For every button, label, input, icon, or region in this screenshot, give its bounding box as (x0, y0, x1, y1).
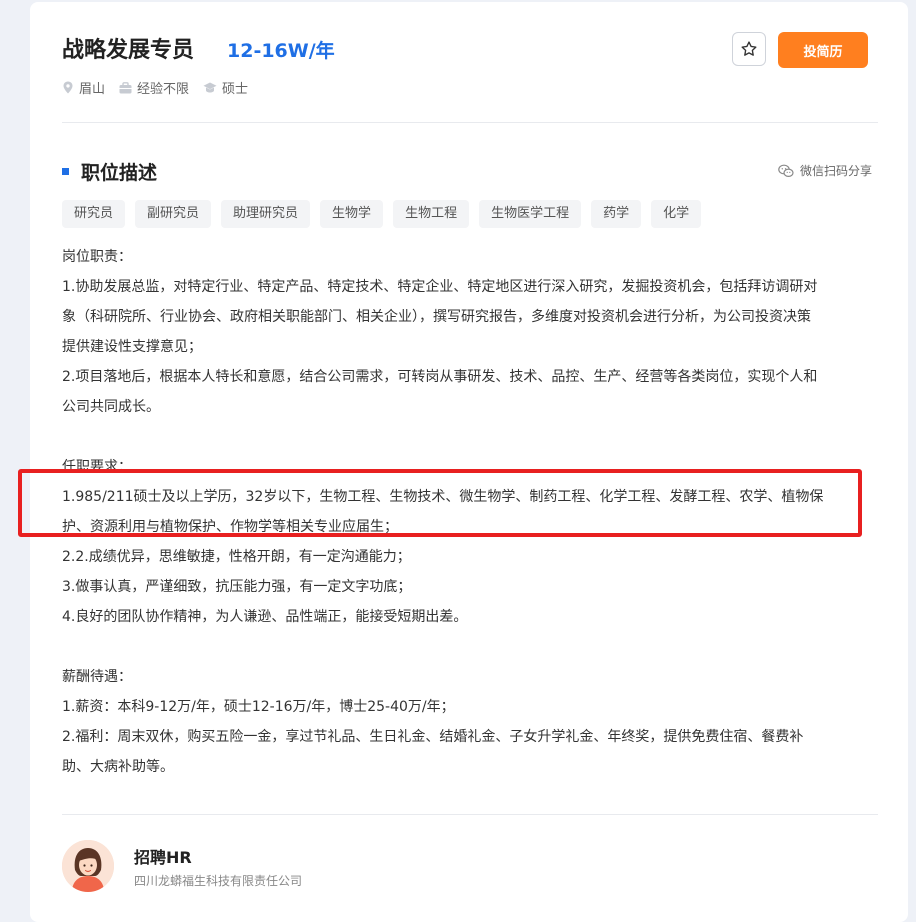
location-text: 眉山 (79, 82, 106, 97)
tag[interactable]: 生物学 (320, 200, 384, 228)
job-meta: 眉山 经验不限 硕士 (62, 78, 262, 97)
hr-divider (62, 814, 878, 815)
section-title: 职位描述 (62, 158, 157, 185)
hr-company: 四川龙蟒福生科技有限责任公司 (134, 874, 303, 888)
tag[interactable]: 助理研究员 (221, 200, 311, 228)
education-text: 硕士 (222, 82, 249, 97)
location-item: 眉山 (62, 78, 105, 97)
wechat-share-link[interactable]: 微信扫码分享 (778, 162, 872, 179)
tag[interactable]: 化学 (651, 200, 702, 228)
tag[interactable]: 药学 (591, 200, 642, 228)
briefcase-icon (119, 81, 132, 93)
tag[interactable]: 研究员 (62, 200, 126, 228)
share-label: 微信扫码分享 (800, 164, 873, 178)
favorite-button[interactable] (732, 32, 766, 66)
location-pin-icon (63, 81, 73, 94)
job-salary: 12-16W/年 (227, 40, 335, 62)
tag[interactable]: 副研究员 (135, 200, 212, 228)
hr-name: 招聘HR (134, 848, 192, 867)
description-line: 1.薪资：本科9-12万/年，硕士12-16万/年，博士25-40万/年； (62, 699, 455, 715)
graduation-cap-icon (203, 82, 217, 93)
description-line: 薪酬待遇： (62, 669, 132, 685)
header-divider (62, 122, 878, 123)
job-detail-card: 战略发展专员 12-16W/年 眉山 经验不限 硕士 投简历 职位描述 微信扫码… (30, 2, 908, 922)
tag[interactable]: 生物工程 (393, 200, 470, 228)
experience-text: 经验不限 (137, 82, 190, 97)
description-line: 助、大病补助等。 (62, 759, 174, 775)
experience-item: 经验不限 (119, 78, 189, 97)
star-icon (741, 41, 757, 56)
description-line: 公司共同成长。 (62, 399, 160, 415)
wechat-icon (778, 164, 794, 177)
description-line: 提供建设性支撑意见； (62, 339, 202, 355)
highlight-box (18, 469, 862, 537)
description-line: 2.福利：周末双休，购买五险一金，享过节礼品、生日礼金、结婚礼金、子女升学礼金、… (62, 729, 804, 745)
description-line: 3.做事认真，严谨细致，抗压能力强，有一定文字功底； (62, 579, 412, 595)
description-line: 1.协助发展总监，对特定行业、特定产品、特定技术、特定企业、特定地区进行深入研究… (62, 279, 818, 295)
description-line: 象（科研院所、行业协会、政府相关职能部门、相关企业），撰写研究报告，多维度对投资… (62, 309, 811, 325)
apply-button[interactable]: 投简历 (778, 32, 868, 68)
description-blank-line (62, 632, 882, 662)
hr-avatar-illustration (62, 840, 114, 892)
description-line: 4.良好的团队协作精神，为人谦逊、品性端正，能接受短期出差。 (62, 609, 468, 625)
tag-list: 研究员 副研究员 助理研究员 生物学 生物工程 生物医学工程 药学 化学 (62, 200, 711, 228)
tag[interactable]: 生物医学工程 (479, 200, 582, 228)
description-line: 2.2.成绩优异，思维敏捷，性格开朗，有一定沟通能力； (62, 549, 411, 565)
section-marker (62, 168, 69, 175)
section-title-text: 职位描述 (81, 162, 158, 184)
education-item: 硕士 (203, 78, 248, 97)
description-line: 岗位职责： (62, 249, 132, 265)
job-title: 战略发展专员 (62, 38, 195, 63)
description-line: 2.项目落地后，根据本人特长和意愿，结合公司需求，可转岗从事研发、技术、品控、生… (62, 369, 818, 385)
avatar (62, 840, 114, 892)
description-blank-line (62, 422, 882, 452)
